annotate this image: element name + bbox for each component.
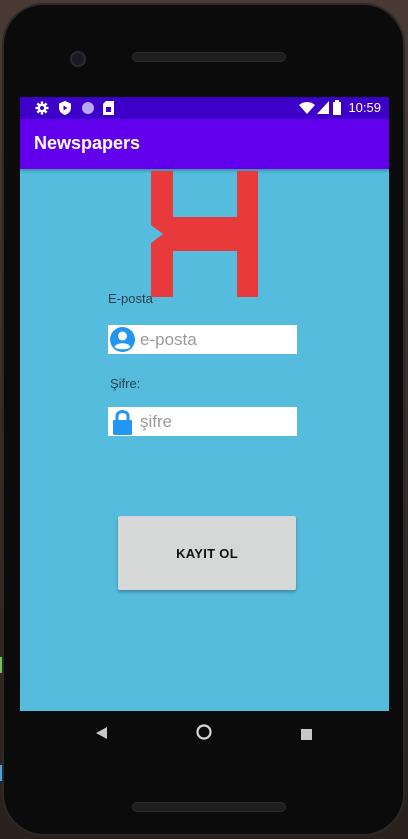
battery-icon [333,100,341,120]
email-field[interactable] [108,325,297,354]
status-bar: 10:59 [20,97,389,119]
h-logo [151,171,258,302]
back-icon[interactable] [96,726,107,744]
password-label: Şifre: [110,376,141,391]
wifi-icon [299,101,315,119]
app-screen: 10:59 Newspapers E-posta Şifre: KAYI [20,97,389,711]
password-input[interactable] [137,411,287,432]
status-time: 10:59 [348,100,381,115]
email-input[interactable] [137,329,287,350]
circle-icon [81,101,95,120]
app-bar: Newspapers [20,119,389,169]
recents-icon[interactable] [301,727,312,745]
earpiece-speaker [132,52,286,62]
password-field[interactable] [108,407,297,436]
shield-icon [59,101,71,120]
signal-icon [317,101,329,119]
front-camera [70,51,86,67]
register-button[interactable]: KAYIT OL [118,516,296,590]
navigation-bar [20,711,389,755]
sim-card-icon [103,101,114,120]
email-label: E-posta [108,291,153,306]
bottom-speaker [132,802,286,812]
app-title: Newspapers [34,133,141,153]
user-avatar-icon [108,325,137,354]
settings-icon [35,101,49,120]
lock-icon [108,407,137,436]
home-icon[interactable] [196,724,212,745]
